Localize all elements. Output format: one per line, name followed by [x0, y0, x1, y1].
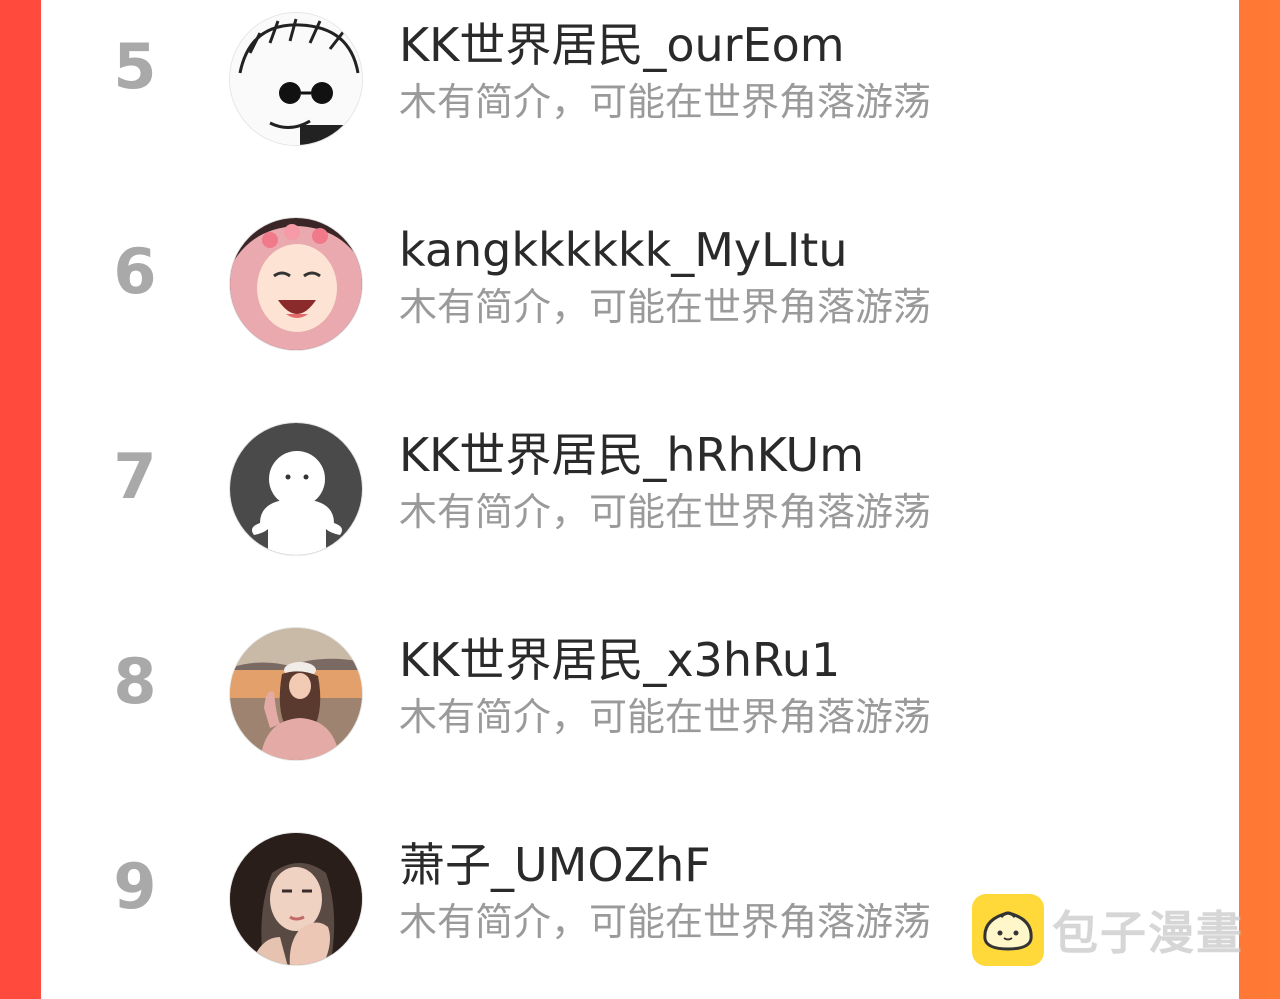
user-bio: 木有简介，可能在世界角落游荡: [399, 490, 932, 534]
user-bio: 木有简介，可能在世界角落游荡: [399, 80, 932, 124]
default-ghost-avatar-icon: [230, 423, 362, 555]
username[interactable]: KK世界居民_hRhKUm: [399, 428, 864, 483]
watermark-text: 包子漫畫: [1052, 906, 1244, 960]
list-item[interactable]: 5 KK世界居民_ourEom 木有简介，可能在世界角落游荡: [41, 0, 1239, 170]
avatar[interactable]: [229, 832, 363, 966]
watermark: 包子漫畫: [972, 894, 1244, 966]
beach-girl-avatar-icon: [230, 628, 362, 760]
anime-girl-avatar-icon: [230, 218, 362, 350]
user-bio: 木有简介，可能在世界角落游荡: [399, 285, 932, 329]
username[interactable]: kangkkkkkk_MyLItu: [399, 223, 848, 278]
list-item[interactable]: 7 KK世界居民_hRhKUm 木有简介，可能在世界角落游荡: [41, 410, 1239, 580]
avatar[interactable]: [229, 217, 363, 351]
rank-number: 7: [113, 440, 157, 513]
user-bio: 木有简介，可能在世界角落游荡: [399, 900, 932, 944]
rank-number: 9: [113, 850, 157, 923]
avatar[interactable]: [229, 422, 363, 556]
rank-number: 5: [113, 30, 157, 103]
list-item[interactable]: 8 KK世界居民_x3hRu1 木有简介，可能在世界角落游荡: [41, 615, 1239, 785]
username[interactable]: KK世界居民_x3hRu1: [399, 633, 840, 688]
bun-icon: [972, 894, 1044, 966]
avatar[interactable]: [229, 12, 363, 146]
rank-number: 6: [113, 235, 157, 308]
user-ranking-card: 5 KK世界居民_ourEom 木有简介，可能在世界角落游荡 6 kangkkk…: [41, 0, 1239, 999]
user-bio: 木有简介，可能在世界角落游荡: [399, 695, 932, 739]
cartoon-glasses-avatar-icon: [230, 13, 362, 145]
username[interactable]: 萧子_UMOZhF: [399, 838, 711, 893]
avatar[interactable]: [229, 627, 363, 761]
rank-number: 8: [113, 645, 157, 718]
list-item[interactable]: 6 kangkkkkkk_MyLItu 木有简介，可能在世界角落游荡: [41, 205, 1239, 375]
selfie-girl-avatar-icon: [230, 833, 362, 965]
username[interactable]: KK世界居民_ourEom: [399, 18, 845, 73]
